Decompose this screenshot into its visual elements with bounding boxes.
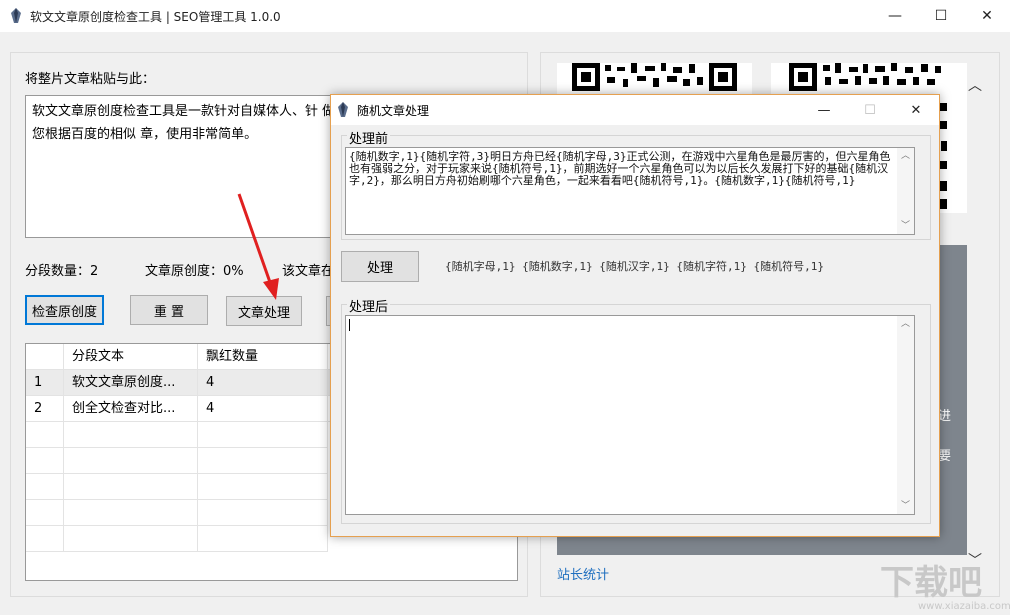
reset-button[interactable]: 重 置 [130,295,208,325]
dialog-titlebar: 随机文章处理 — ☐ ✕ [331,95,939,125]
table-row-2-count[interactable]: 4 [198,396,328,422]
table-row-1-index[interactable]: 1 [26,370,64,396]
dialog-minimize-button[interactable]: — [801,95,847,125]
dialog-close-button[interactable]: ✕ [893,95,939,125]
annotation-arrow-icon [237,193,279,300]
table-header-red-count: 飘红数量 [198,344,328,370]
dialog-title: 随机文章处理 [357,104,430,118]
before-text: {随机数字,1}{随机字符,3}明日方舟已经{随机字母,3}正式公测，在游戏中六… [349,150,891,187]
table-row-2-text[interactable]: 创全文检查对比... [64,396,198,422]
dialog-logo-icon [338,102,348,117]
window-title: 软文文章原创度检查工具 | SEO管理工具 1.0.0 [30,10,281,24]
tag-random-chinese: {随机汉字,1} [599,260,670,273]
table-row-empty [198,474,328,500]
after-textarea[interactable]: ︿ ﹀ [345,315,915,515]
paste-label: 将整片文章粘贴与此： [25,72,156,87]
before-scrollbar[interactable]: ︿ ﹀ [897,148,914,234]
table-row-1-text[interactable]: 软文文章原创度... [64,370,198,396]
stats-link[interactable]: 站长统计 [557,564,609,583]
table-row-empty [26,474,64,500]
scroll-up-icon[interactable]: ︿ [968,75,986,95]
close-button[interactable]: ✕ [964,0,1010,32]
table-row-empty [26,500,64,526]
text-cursor [349,319,350,331]
table-header-index [26,344,64,370]
table-row-2-index[interactable]: 2 [26,396,64,422]
table-row-empty [26,422,64,448]
app-logo-icon [11,8,21,23]
scroll-down-icon[interactable]: ﹀ [897,498,914,514]
table-row-empty [26,526,64,552]
after-label: 处理后 [347,296,391,315]
tag-random-letter: {随机字母,1} [445,260,516,273]
dialog-maximize-button[interactable]: ☐ [847,95,893,125]
main-titlebar: 软文文章原创度检查工具 | SEO管理工具 1.0.0 — ☐ ✕ [0,0,1010,32]
table-row-1-count[interactable]: 4 [198,370,328,396]
originality-value: 文章原创度：0% [145,264,244,279]
before-textarea[interactable]: {随机数字,1}{随机字符,3}明日方舟已经{随机字母,3}正式公测，在游戏中六… [345,147,915,235]
tag-random-number: {随机数字,1} [522,260,593,273]
tag-list: {随机字母,1} {随机数字,1} {随机汉字,1} {随机字符,1} {随机符… [445,258,824,274]
after-scrollbar[interactable]: ︿ ﹀ [897,316,914,514]
table-header-text: 分段文本 [64,344,198,370]
table-row-empty [64,500,198,526]
watermark-url: www.xiazaiba.com [918,601,1010,612]
minimize-button[interactable]: — [872,0,918,32]
process-button[interactable]: 处理 [341,251,419,282]
table-row-empty [26,448,64,474]
table-row-empty [64,448,198,474]
table-row-empty [198,448,328,474]
check-originality-button[interactable]: 检查原创度 [25,295,104,325]
segment-count: 分段数量：2 [25,264,99,279]
tag-random-symbol: {随机符号,1} [753,260,825,273]
maximize-button[interactable]: ☐ [918,0,964,32]
tag-random-char: {随机字符,1} [676,260,747,273]
table-row-empty [198,500,328,526]
before-label: 处理前 [347,128,391,147]
random-article-dialog: 随机文章处理 — ☐ ✕ 处理前 {随机数字,1}{随机字符,3}明日方舟已经{… [330,94,940,537]
table-row-empty [64,422,198,448]
table-row-empty [64,526,198,552]
scroll-up-icon[interactable]: ︿ [897,316,914,332]
table-row-empty [198,526,328,552]
scroll-up-icon[interactable]: ︿ [897,148,914,164]
table-row-empty [64,474,198,500]
scroll-down-icon[interactable]: ﹀ [897,218,914,234]
table-row-empty [198,422,328,448]
watermark-logo: 下载吧 [880,563,982,603]
